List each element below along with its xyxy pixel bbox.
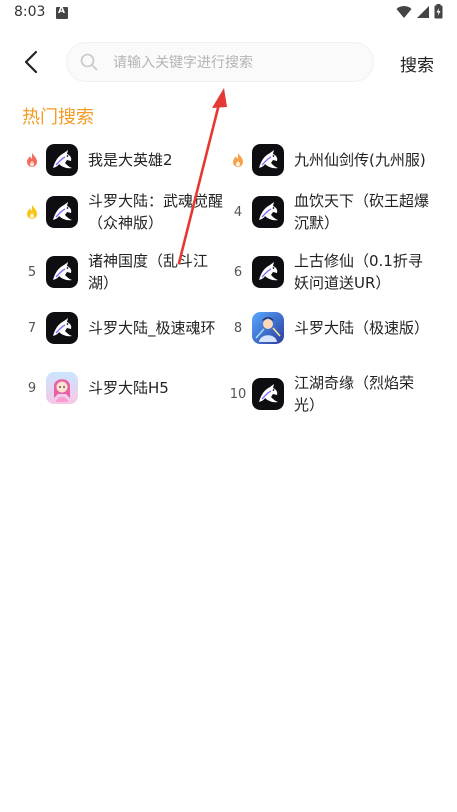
horse-logo-icon bbox=[252, 196, 284, 228]
hot-search-item[interactable]: 6 上古修仙（0.1折寻妖问道送UR） bbox=[226, 250, 432, 294]
a-notification-icon bbox=[56, 6, 68, 19]
flame-icon bbox=[233, 153, 243, 167]
hot-search-item[interactable]: 5 诸神国度（乱斗江湖） bbox=[20, 250, 226, 294]
horse-logo-icon bbox=[252, 378, 284, 410]
horse-logo-icon bbox=[252, 144, 284, 176]
rank-badge bbox=[20, 202, 44, 222]
status-icons bbox=[396, 4, 443, 19]
hot-search-item[interactable]: 9 斗罗大陆H5 bbox=[20, 372, 226, 404]
battery-icon bbox=[434, 4, 443, 19]
hot-search-item[interactable]: 我是大英雄2 bbox=[20, 144, 226, 176]
horse-logo-icon bbox=[46, 312, 78, 344]
rank-number: 10 bbox=[229, 386, 247, 402]
rank-number: 7 bbox=[27, 320, 37, 336]
game-title: 诸神国度（乱斗江湖） bbox=[88, 252, 209, 292]
hot-search-item[interactable]: 九州仙剑传(九州服) bbox=[226, 144, 432, 176]
wifi-icon bbox=[396, 5, 412, 18]
game-title: 血饮天下（砍王超爆沉默） bbox=[294, 192, 430, 232]
horse-logo-icon bbox=[252, 256, 284, 288]
game-art-icon bbox=[252, 312, 284, 344]
rank-badge bbox=[226, 150, 250, 170]
game-title: 上古修仙（0.1折寻妖问道送UR） bbox=[294, 252, 423, 292]
game-title: 斗罗大陆H5 bbox=[88, 379, 169, 397]
hot-search-item[interactable]: 4 血饮天下（砍王超爆沉默） bbox=[226, 190, 432, 234]
game-title: 斗罗大陆：武魂觉醒（众神版） bbox=[88, 192, 224, 232]
horse-logo-icon bbox=[46, 196, 78, 228]
hot-search-item[interactable]: 斗罗大陆：武魂觉醒（众神版） bbox=[20, 190, 226, 234]
horse-logo-icon bbox=[46, 144, 78, 176]
back-button[interactable] bbox=[16, 46, 48, 78]
rank-number: 5 bbox=[27, 264, 37, 280]
rank-number: 8 bbox=[233, 320, 243, 336]
signal-icon bbox=[417, 5, 429, 18]
flame-yellow-icon bbox=[27, 205, 37, 219]
status-time: 8:03 bbox=[14, 4, 46, 20]
rank-number: 9 bbox=[27, 380, 37, 396]
search-button[interactable]: 搜索 bbox=[400, 51, 434, 76]
rank-badge bbox=[20, 150, 44, 170]
search-box[interactable] bbox=[66, 42, 374, 83]
game-title: 九州仙剑传(九州服) bbox=[294, 151, 426, 169]
flame-icon bbox=[27, 153, 37, 167]
rank-number: 4 bbox=[233, 204, 243, 220]
character-art-icon bbox=[46, 372, 78, 404]
chevron-left-icon bbox=[24, 50, 38, 74]
search-input[interactable] bbox=[111, 43, 365, 83]
game-title: 江湖奇缘（烈焰荣光） bbox=[294, 374, 415, 414]
hot-search-item[interactable]: 10 江湖奇缘（烈焰荣光） bbox=[226, 372, 432, 416]
status-bar: 8:03 bbox=[0, 0, 457, 26]
hot-search-title: 热门搜索 bbox=[22, 107, 94, 128]
game-title: 斗罗大陆_极速魂环 bbox=[88, 319, 216, 337]
horse-logo-icon bbox=[46, 256, 78, 288]
hot-search-item[interactable]: 8 斗罗大陆（极速版） bbox=[226, 312, 432, 344]
rank-number: 6 bbox=[233, 264, 243, 280]
hot-search-item[interactable]: 7 斗罗大陆_极速魂环 bbox=[20, 312, 228, 344]
game-title: 我是大英雄2 bbox=[88, 151, 173, 169]
search-icon bbox=[80, 53, 98, 71]
game-title: 斗罗大陆（极速版） bbox=[294, 319, 430, 337]
